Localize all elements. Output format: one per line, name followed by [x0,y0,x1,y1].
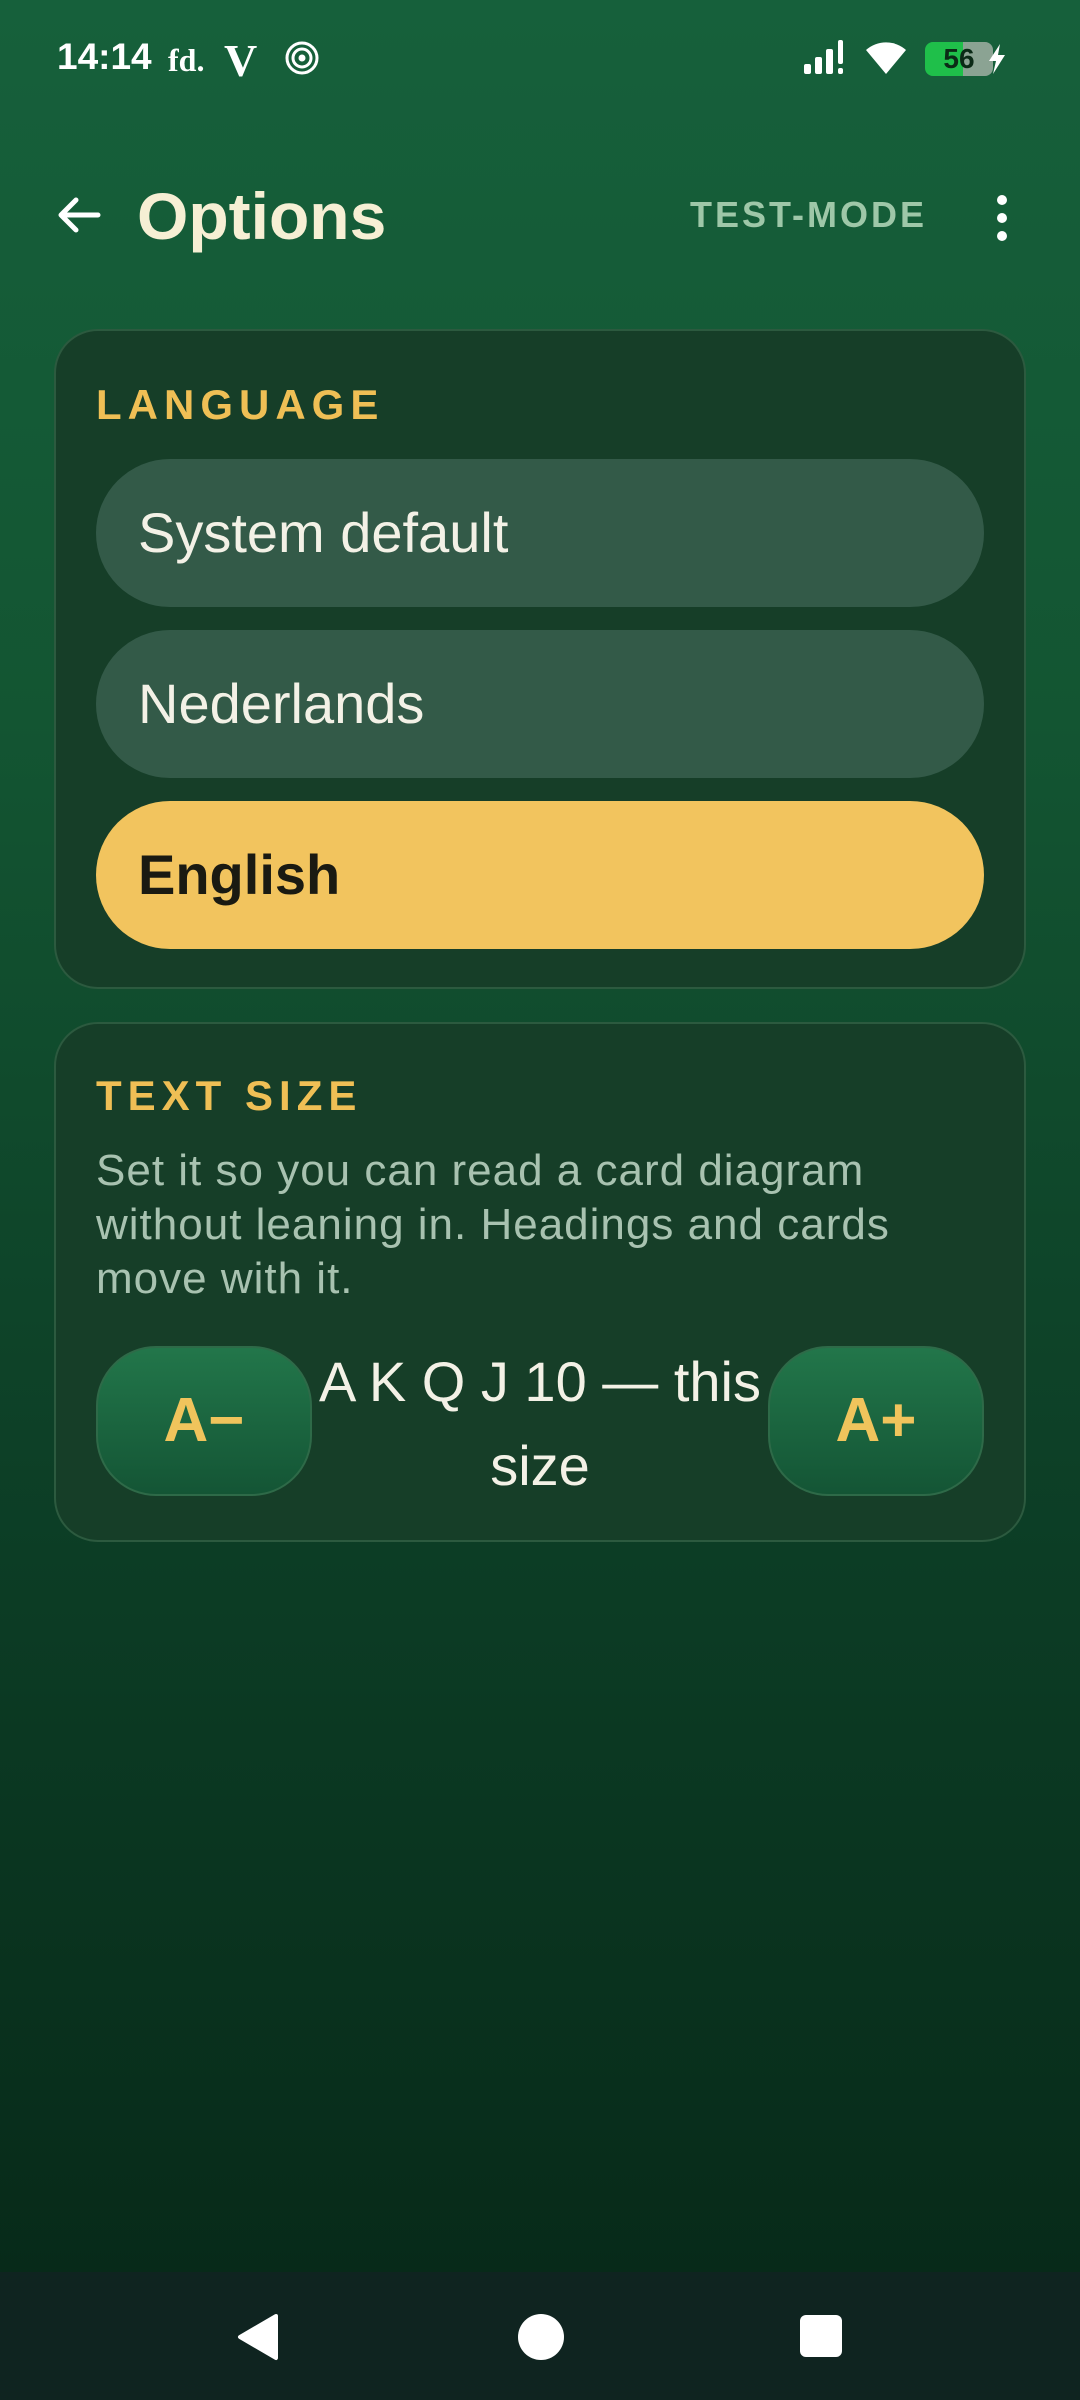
language-heading: LANGUAGE [96,381,385,428]
wifi-icon [866,42,906,74]
test-mode-button[interactable]: TEST-MODE [690,194,927,236]
page-title: Options [137,179,387,253]
nav-recents-icon[interactable] [800,2315,842,2357]
system-nav-bar [0,2272,1080,2400]
battery-icon: 56 [925,42,993,76]
nav-home-icon[interactable] [518,2314,564,2360]
charging-bolt-icon [989,44,1005,74]
nav-back-icon[interactable] [234,2312,282,2362]
signal-icon [804,40,843,74]
more-vertical-icon[interactable] [985,192,1019,244]
arrow-left-icon[interactable] [54,190,104,240]
text-size-preview: A K Q J 10 — this size [319,1350,761,1497]
language-option-system-default[interactable]: System default [96,459,984,607]
app-bar: Options TEST-MODE [0,160,1080,270]
text-size-description: Set it so you can read a card diagram wi… [96,1146,890,1303]
language-card: LANGUAGE System default Nederlands Engli… [54,329,1026,989]
status-bar: 14:14 fd. V 56 [0,0,1080,120]
spiral-icon [285,41,319,75]
text-size-heading: TEXT SIZE [96,1072,363,1119]
app-v-icon: V [224,35,258,86]
language-option-english[interactable]: English [96,801,984,949]
decrease-text-size-button[interactable]: A− [96,1346,312,1496]
text-size-card: TEXT SIZE Set it so you can read a card … [54,1022,1026,1542]
language-option-nederlands[interactable]: Nederlands [96,630,984,778]
app-fd-icon: fd. [168,42,205,78]
increase-text-size-button[interactable]: A+ [768,1346,984,1496]
status-time: 14:14 [57,36,152,77]
